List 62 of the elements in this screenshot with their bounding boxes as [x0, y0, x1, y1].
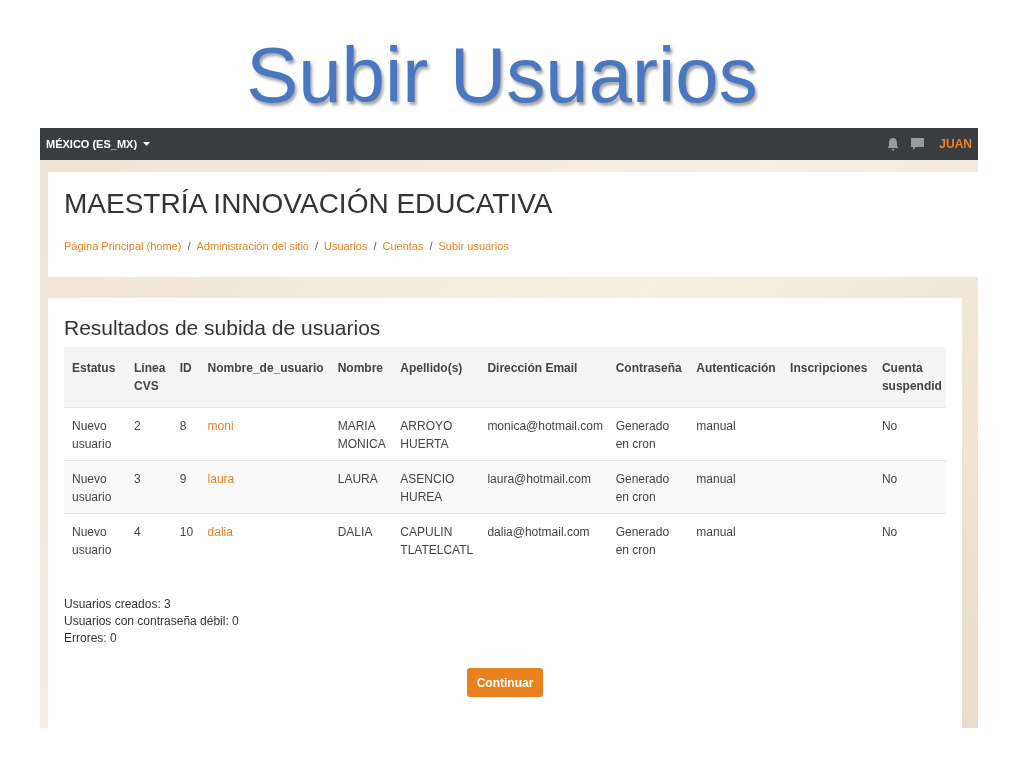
table-cell: LAURA	[337, 472, 378, 486]
column-header: ID	[171, 347, 200, 408]
breadcrumb-separator: /	[429, 239, 433, 254]
column-header: Inscripciones	[782, 347, 874, 408]
continue-button[interactable]: Continuar	[467, 668, 543, 697]
breadcrumb-link[interactable]: Administración del sitio	[196, 238, 309, 255]
bell-icon[interactable]	[886, 137, 901, 151]
table-cell: manual	[696, 525, 736, 539]
section-heading: Resultados de subida de usuarios	[64, 315, 382, 341]
table-cell: 3	[134, 472, 141, 486]
breadcrumb-separator: /	[373, 239, 377, 254]
column-header: Nombre_de_usuario	[199, 347, 330, 408]
table-cell: Nuevo usuario	[72, 472, 112, 504]
breadcrumb-link[interactable]: Cuentas	[382, 238, 424, 255]
table-cell: MARIA MONICA	[337, 419, 386, 451]
breadcrumb-link[interactable]: Página Principal (home)	[64, 238, 182, 255]
table-cell: manual	[696, 472, 736, 486]
column-header: Dirección Email	[479, 347, 608, 408]
breadcrumb-separator: /	[314, 239, 318, 254]
table-cell: monica@hotmail.com	[487, 419, 603, 433]
table-cell: 9	[179, 472, 187, 486]
table-cell: No	[881, 472, 898, 486]
table-cell: 2	[134, 419, 141, 433]
username-link[interactable]: laura	[207, 472, 235, 486]
table-cell: No	[881, 525, 898, 539]
column-header: Nombre	[329, 347, 393, 408]
breadcrumb-link[interactable]: Subir usuarios	[438, 238, 509, 255]
table-cell: Generado en cron	[615, 419, 670, 451]
column-header: Autenticación	[688, 347, 783, 408]
caret-icon	[143, 142, 151, 146]
table-cell: manual	[696, 419, 736, 433]
table-cell: 4	[134, 525, 141, 539]
summary-line: Errores: 0	[64, 630, 117, 646]
table-cell: No	[881, 419, 898, 433]
column-header: Contraseña	[607, 347, 689, 408]
column-header: Línea CVS	[126, 347, 172, 408]
table-cell: Generado en cron	[615, 525, 670, 557]
summary-line: Usuarios con contraseña débil: 0	[64, 613, 239, 629]
table-cell: CAPULIN TLATELCATL	[400, 525, 474, 557]
column-header: Cuenta suspendid	[873, 347, 946, 408]
chat-icon[interactable]	[910, 137, 926, 151]
table-cell: dalia@hotmail.com	[487, 525, 590, 539]
table-cell: ASENCIO HUREA	[400, 472, 455, 504]
table-cell: Nuevo usuario	[72, 419, 112, 451]
breadcrumb-link[interactable]: Usuarios	[324, 238, 368, 255]
username-link[interactable]: dalia	[207, 525, 233, 539]
table-cell: Generado en cron	[615, 472, 670, 504]
language-menu[interactable]: MÉXICO (ES_MX)	[46, 135, 151, 153]
username-link[interactable]: moni	[207, 419, 234, 433]
slide-title: Subir Usuarios	[246, 30, 758, 120]
page-title: MAESTRÍA INNOVACIÓN EDUCATIVA	[64, 187, 554, 221]
column-header: Estatus	[64, 347, 126, 408]
summary-line: Usuarios creados: 3	[64, 596, 171, 612]
table-cell: laura@hotmail.com	[487, 472, 591, 486]
user-menu[interactable]: JUAN	[939, 135, 972, 153]
table-cell: 8	[179, 419, 187, 433]
table-cell: DALIA	[337, 525, 373, 539]
breadcrumb-separator: /	[187, 239, 191, 254]
column-header: Apellido(s)	[392, 347, 480, 408]
table-cell: 10	[179, 525, 194, 539]
table-cell: ARROYO HUERTA	[400, 419, 453, 451]
table-cell: Nuevo usuario	[72, 525, 112, 557]
